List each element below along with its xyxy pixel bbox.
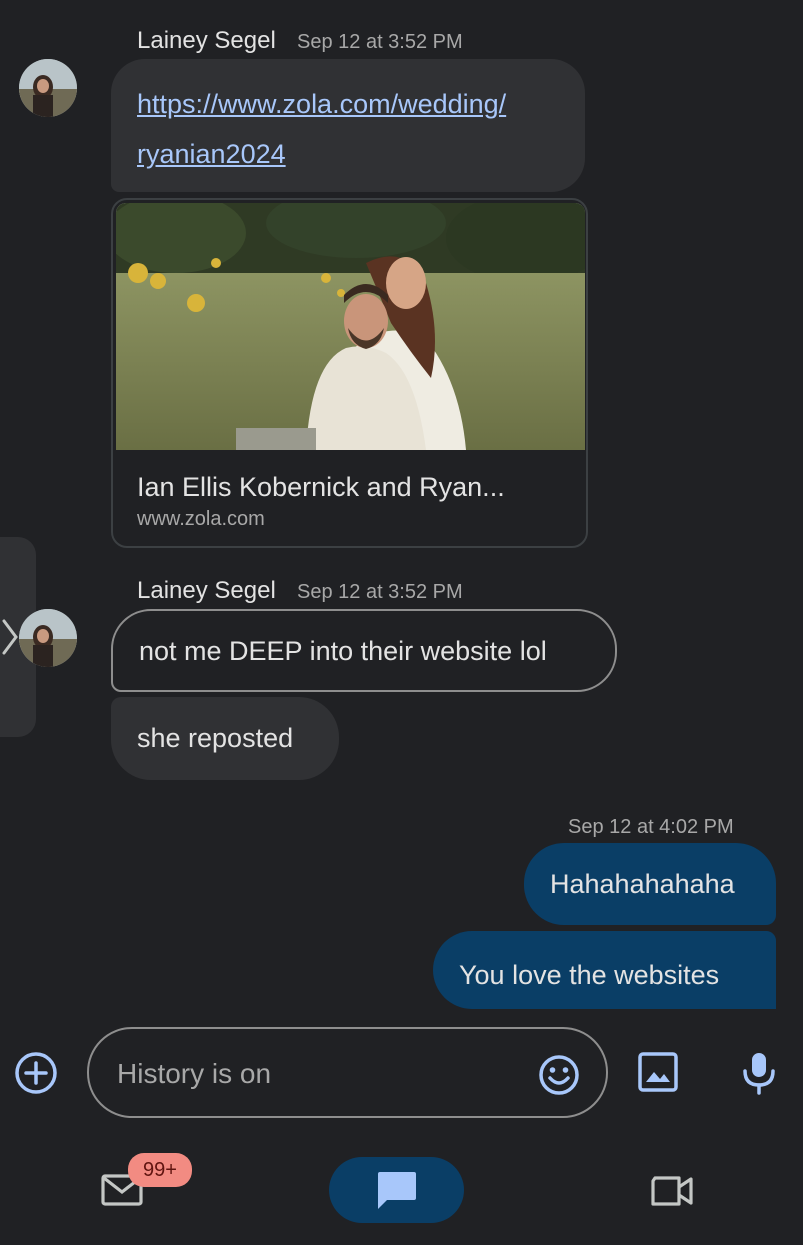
link-message-bubble[interactable]: https://www.zola.com/wedding/ ryanian202… (111, 59, 585, 192)
message-bubble[interactable]: not me DEEP into their website lol (111, 609, 617, 692)
input-placeholder: History is on (117, 1058, 272, 1089)
nav-meet[interactable] (649, 1170, 695, 1210)
microphone-icon (743, 1053, 775, 1095)
avatar[interactable] (19, 59, 77, 117)
message-link[interactable]: https://www.zola.com/wedding/ (137, 79, 585, 129)
message-text: not me DEEP into their website lol (139, 636, 547, 666)
emoji-button[interactable] (537, 1053, 581, 1097)
preview-domain: www.zola.com (137, 508, 265, 530)
emoji-icon (539, 1055, 579, 1095)
plus-circle-icon (15, 1052, 57, 1094)
message-text: she reposted (137, 723, 294, 753)
unread-badge: 99+ (128, 1153, 192, 1187)
message-text: You love the websites (459, 960, 720, 990)
chat-icon (378, 1172, 416, 1209)
preview-image (116, 203, 585, 450)
video-camera-icon (651, 1176, 693, 1206)
sender-name: Lainey Segel (137, 27, 276, 54)
nav-chat[interactable] (329, 1157, 464, 1223)
preview-title: Ian Ellis Kobernick and Ryan... (137, 472, 505, 502)
message-link-continued[interactable]: ryanian2024 (137, 129, 585, 179)
microphone-button[interactable] (740, 1050, 778, 1096)
avatar[interactable] (19, 609, 77, 667)
message-timestamp: Sep 12 at 4:02 PM (568, 816, 734, 838)
message-timestamp: Sep 12 at 3:52 PM (297, 581, 463, 603)
sent-message-bubble[interactable]: You love the websites (433, 931, 776, 1009)
sender-name: Lainey Segel (137, 577, 276, 604)
image-icon (638, 1052, 678, 1092)
sent-message-bubble[interactable]: Hahahahahaha (524, 843, 776, 925)
image-button[interactable] (636, 1050, 680, 1094)
message-text: Hahahahahaha (550, 869, 735, 899)
link-preview-card[interactable]: Ian Ellis Kobernick and Ryan... www.zola… (111, 198, 588, 548)
message-input[interactable]: History is on (87, 1027, 608, 1118)
message-timestamp: Sep 12 at 3:52 PM (297, 31, 463, 53)
add-attachment-button[interactable] (13, 1050, 59, 1096)
message-bubble[interactable]: she reposted (111, 697, 339, 780)
